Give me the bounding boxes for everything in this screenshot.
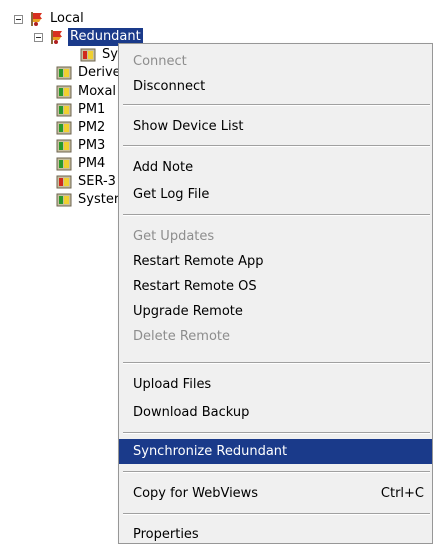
menu-item-upload-files[interactable]: Upload Files: [119, 372, 432, 396]
tree-node-label: Syster: [78, 192, 120, 207]
green-device-icon: [56, 156, 72, 172]
flag-red-icon: [28, 11, 44, 27]
menu-separator: [123, 362, 430, 364]
green-device-icon: [56, 138, 72, 154]
tree-node-pm1[interactable]: PM1: [56, 101, 107, 119]
menu-item-get-updates: Get Updates: [133, 228, 215, 244]
green-device-icon: [56, 192, 72, 208]
tree-node-system[interactable]: Syster: [56, 191, 121, 209]
tree-node-label: Sy: [102, 47, 118, 62]
menu-item-show-device-list[interactable]: Show Device List: [119, 114, 432, 138]
menu-item-upgrade-remote[interactable]: Upgrade Remote: [119, 299, 432, 323]
menu-separator: [123, 471, 430, 473]
flag-red-icon: [48, 29, 64, 45]
menu-item-delete-remote: Delete Remote: [133, 328, 231, 344]
shortcut-label: Ctrl+C: [380, 485, 424, 501]
menu-item-synchronize-redundant[interactable]: Synchronize Redundant: [119, 439, 432, 464]
tree-node-moxal[interactable]: Moxal: [56, 83, 118, 101]
menu-item-copy-for-webviews[interactable]: Copy for WebViews Ctrl+C: [119, 481, 432, 505]
menu-item-connect: Connect: [133, 53, 187, 69]
menu-separator: [123, 513, 430, 515]
menu-item-download-backup[interactable]: Download Backup: [119, 400, 432, 424]
screen: Local Redundant Sy Derive Moxal PM1 PM2 …: [0, 0, 433, 544]
menu-item-label: Copy for WebViews: [133, 485, 259, 501]
green-device-icon: [56, 120, 72, 136]
red-device-icon: [80, 47, 96, 63]
red-device-icon: [56, 174, 72, 190]
tree-node-label: PM3: [78, 138, 106, 153]
menu-separator: [123, 432, 430, 434]
tree-node-label: SER-3: [78, 174, 116, 189]
tree-node-label: Local: [50, 11, 84, 26]
green-device-icon: [56, 84, 72, 100]
menu-item-disconnect[interactable]: Disconnect: [119, 74, 432, 98]
tree-node-pm2[interactable]: PM2: [56, 119, 107, 137]
menu-separator: [123, 145, 430, 147]
tree-node-pm3[interactable]: PM3: [56, 137, 107, 155]
menu-item-add-note[interactable]: Add Note: [119, 155, 432, 179]
tree-node-derive[interactable]: Derive: [56, 64, 123, 82]
tree-node-pm4[interactable]: PM4: [56, 155, 107, 173]
green-device-icon: [56, 102, 72, 118]
context-menu: Connect Disconnect Show Device List Add …: [118, 43, 433, 544]
tree-node-local[interactable]: Local: [14, 10, 86, 28]
tree-node-label: Derive: [78, 65, 121, 80]
tree-node-label: PM4: [78, 156, 106, 171]
tree-node-label: PM2: [78, 120, 106, 135]
tree-node-ser3[interactable]: SER-3: [56, 173, 118, 191]
menu-item-get-log-file[interactable]: Get Log File: [119, 182, 432, 206]
menu-item-restart-remote-app[interactable]: Restart Remote App: [119, 249, 432, 273]
tree-node-label: PM1: [78, 102, 106, 117]
menu-item-restart-remote-os[interactable]: Restart Remote OS: [119, 274, 432, 298]
menu-separator: [123, 104, 430, 106]
menu-item-properties[interactable]: Properties: [119, 522, 432, 544]
menu-separator: [123, 214, 430, 216]
collapse-toggle-local[interactable]: [14, 14, 23, 24]
green-device-icon: [56, 65, 72, 81]
tree-node-sy[interactable]: Sy: [80, 46, 120, 64]
tree-node-label: Moxal: [78, 84, 117, 99]
collapse-toggle-redundant[interactable]: [34, 32, 43, 42]
